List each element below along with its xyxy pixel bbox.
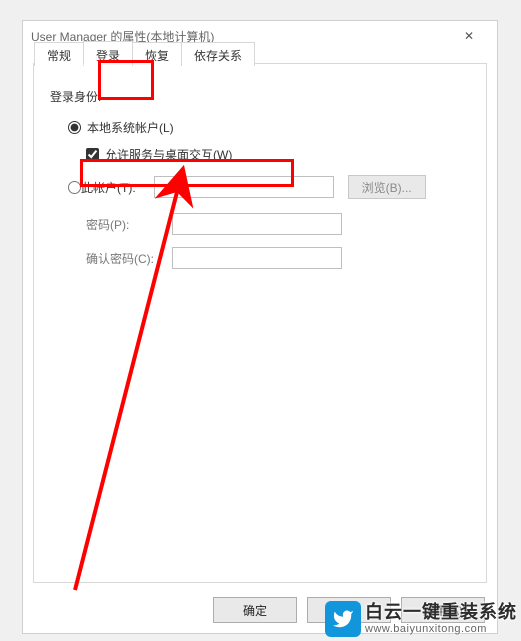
allow-desktop-interact-checkbox[interactable] (86, 148, 99, 161)
tab-general[interactable]: 常规 (34, 42, 84, 66)
logon-as-label: 登录身份: (50, 88, 470, 105)
local-system-account-row: 本地系统帐户(L) (68, 119, 470, 136)
close-button[interactable]: ✕ (449, 22, 489, 50)
password-label: 密码(P): (86, 216, 172, 233)
watermark-main: 白云一键重装系统 (365, 602, 517, 623)
ok-button[interactable]: 确定 (213, 597, 297, 623)
tab-recovery[interactable]: 恢复 (132, 42, 182, 66)
tab-strip: 常规 登录 恢复 依存关系 (34, 41, 254, 65)
properties-dialog: User Manager 的属性(本地计算机) ✕ 常规 登录 恢复 依存关系 … (22, 20, 498, 634)
watermark-logo-icon (325, 601, 361, 637)
allow-desktop-interact-row: 允许服务与桌面交互(W) (86, 146, 470, 163)
this-account-input[interactable] (154, 176, 334, 198)
close-icon: ✕ (464, 29, 474, 43)
watermark-sub: www.baiyunxitong.com (365, 623, 517, 636)
dialog-client-area: 常规 登录 恢复 依存关系 登录身份: 本地系统帐户(L) 允许服务与桌面交互(… (33, 63, 487, 583)
logon-tab-content: 登录身份: 本地系统帐户(L) 允许服务与桌面交互(W) 此帐户(T): 浏览(… (34, 64, 486, 582)
browse-button[interactable]: 浏览(B)... (348, 175, 426, 199)
allow-desktop-interact-label[interactable]: 允许服务与桌面交互(W) (105, 146, 232, 163)
local-system-account-radio[interactable] (68, 121, 81, 134)
confirm-password-label: 确认密码(C): (86, 250, 172, 267)
this-account-radio[interactable] (68, 181, 81, 194)
password-input[interactable] (172, 213, 342, 235)
this-account-label[interactable]: 此帐户(T): (81, 179, 136, 196)
local-system-account-label[interactable]: 本地系统帐户(L) (87, 119, 174, 136)
confirm-password-input[interactable] (172, 247, 342, 269)
password-row: 密码(P): (50, 213, 470, 235)
confirm-password-row: 确认密码(C): (50, 247, 470, 269)
tab-dependencies[interactable]: 依存关系 (181, 42, 255, 66)
this-account-row: 此帐户(T): 浏览(B)... (68, 175, 470, 199)
tab-logon[interactable]: 登录 (83, 41, 133, 65)
watermark-text: 白云一键重装系统 www.baiyunxitong.com (365, 602, 517, 635)
watermark: 白云一键重装系统 www.baiyunxitong.com (325, 601, 517, 637)
